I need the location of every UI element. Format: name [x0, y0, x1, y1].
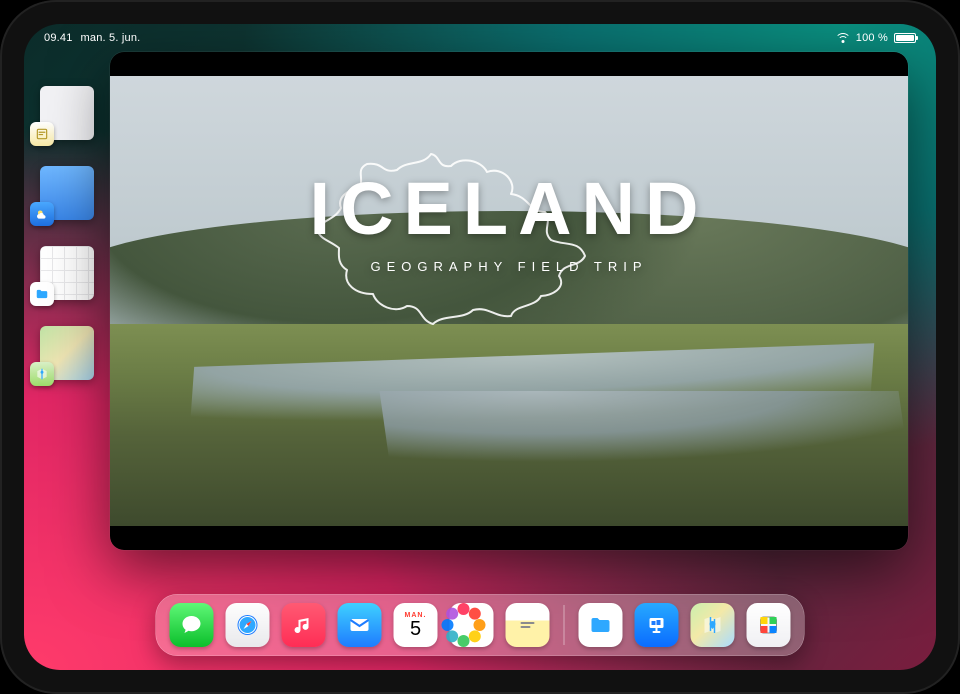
calendar-day: 5	[410, 619, 421, 639]
battery-icon	[894, 33, 916, 43]
weather-icon	[30, 202, 54, 226]
dock-app-music[interactable]	[282, 603, 326, 647]
dock-separator	[564, 605, 565, 645]
dock-app-maps[interactable]	[691, 603, 735, 647]
keynote-slide: ICELAND GEOGRAPHY FIELD TRIP	[110, 76, 908, 526]
stage-manager-rail	[32, 82, 104, 380]
dock-app-photos[interactable]	[450, 603, 494, 647]
dock-app-freeform[interactable]	[747, 603, 791, 647]
stage-item-files[interactable]	[32, 242, 94, 300]
stage-item-weather[interactable]	[32, 162, 94, 220]
ipad-frame: 09.41 man. 5. jun. 100 %	[0, 0, 960, 694]
stage-item-notes[interactable]	[32, 82, 94, 140]
slide-subtitle: GEOGRAPHY FIELD TRIP	[110, 259, 908, 274]
slide-title: ICELAND	[110, 166, 908, 251]
status-date: man. 5. jun.	[81, 32, 141, 44]
stage-item-maps[interactable]	[32, 322, 94, 380]
ipad-screen: 09.41 man. 5. jun. 100 %	[24, 24, 936, 670]
photos-icon	[458, 611, 486, 639]
dock-app-messages[interactable]	[170, 603, 214, 647]
dock-app-safari[interactable]	[226, 603, 270, 647]
dock-app-mail[interactable]	[338, 603, 382, 647]
dock-app-notes[interactable]	[506, 603, 550, 647]
notes-icon	[30, 122, 54, 146]
wifi-icon	[836, 33, 850, 43]
status-bar: 09.41 man. 5. jun. 100 %	[24, 28, 936, 48]
dock-app-files[interactable]	[579, 603, 623, 647]
maps-icon	[30, 362, 54, 386]
status-time: 09.41	[44, 32, 73, 44]
dock-app-keynote[interactable]	[635, 603, 679, 647]
battery-percent: 100 %	[856, 32, 888, 44]
dock-app-calendar[interactable]: MAN. 5	[394, 603, 438, 647]
main-window-keynote[interactable]: ICELAND GEOGRAPHY FIELD TRIP	[110, 52, 908, 550]
files-icon	[30, 282, 54, 306]
dock: MAN. 5	[156, 594, 805, 656]
